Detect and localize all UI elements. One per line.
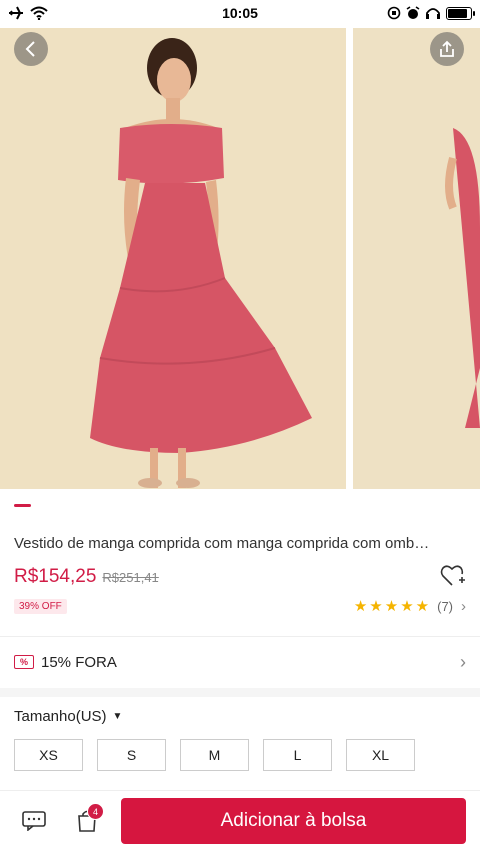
dress-photo	[0, 28, 346, 489]
wifi-icon	[30, 6, 48, 20]
star-icon: ★	[400, 598, 414, 615]
headphones-icon	[426, 8, 440, 19]
size-options: XS S M L XL	[14, 739, 415, 771]
percent-coupon-icon: %	[14, 655, 34, 669]
airplane-icon	[9, 6, 23, 20]
share-button[interactable]	[430, 32, 464, 66]
product-title[interactable]: Vestido de manga comprida com manga comp…	[14, 535, 466, 552]
size-selector-header[interactable]: Tamanho(US) ▼	[14, 708, 122, 725]
promo-row[interactable]: % 15% FORA ›	[0, 637, 480, 687]
star-icon: ★	[369, 598, 383, 615]
caret-down-icon: ▼	[112, 711, 123, 722]
star-icon: ★	[415, 598, 430, 615]
star-icon: ★	[384, 598, 399, 615]
original-price: R$251,41	[102, 570, 159, 585]
rating-summary[interactable]: ★ ★ ★ ★ ★ (7) ›	[354, 598, 466, 615]
size-option-xs[interactable]: XS	[14, 739, 83, 771]
section-separator	[0, 688, 480, 697]
status-bar: 10:05	[0, 0, 480, 26]
chat-icon[interactable]	[22, 811, 48, 831]
product-image-main[interactable]	[0, 28, 346, 489]
discount-badge: 39% OFF	[14, 599, 67, 614]
product-image-gallery[interactable]	[0, 28, 480, 489]
size-label: Tamanho(US)	[14, 708, 107, 725]
dress-photo-side	[353, 28, 480, 489]
chevron-left-icon	[25, 41, 35, 57]
chevron-right-icon: ›	[461, 598, 466, 615]
star-icon: ★	[353, 598, 368, 615]
cart-count-badge: 4	[87, 803, 104, 820]
sale-price: R$154,25	[14, 566, 97, 587]
back-button[interactable]	[14, 32, 48, 66]
size-option-s[interactable]: S	[97, 739, 166, 771]
promo-label: 15% FORA	[41, 653, 117, 671]
review-count: (7)	[437, 599, 453, 614]
size-option-m[interactable]: M	[180, 739, 249, 771]
bottom-action-bar: 4 Adicionar à bolsa	[0, 790, 480, 848]
rotation-lock-icon	[387, 6, 401, 20]
wishlist-heart-plus-icon[interactable]	[440, 564, 466, 588]
battery-icon	[446, 6, 475, 20]
size-option-l[interactable]: L	[263, 739, 332, 771]
product-image-next[interactable]	[353, 28, 480, 489]
chevron-right-icon: ›	[460, 651, 466, 672]
share-icon	[440, 40, 454, 57]
add-to-bag-button[interactable]: Adicionar à bolsa	[121, 798, 466, 844]
alarm-icon	[406, 6, 420, 19]
price-row: R$154,25 R$251,41	[14, 566, 159, 588]
gallery-page-indicator	[14, 504, 31, 507]
clock: 10:05	[222, 5, 258, 21]
size-option-xl[interactable]: XL	[346, 739, 415, 771]
